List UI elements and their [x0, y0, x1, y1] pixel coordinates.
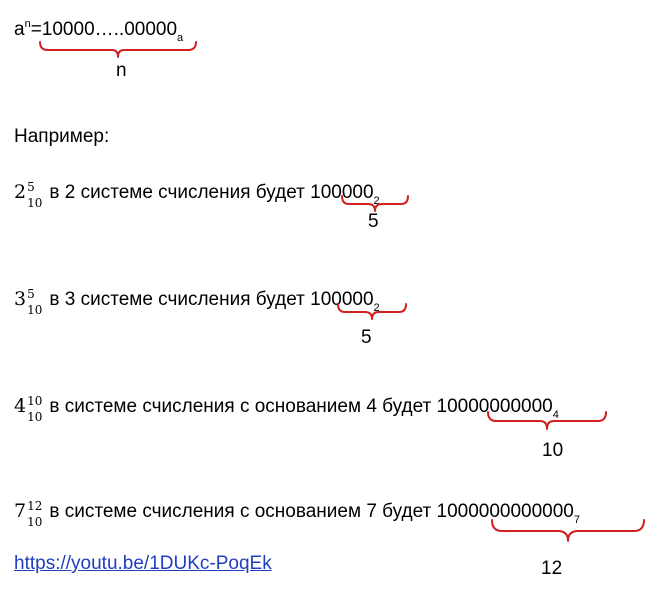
example-1-indices: 5 10	[26, 180, 44, 210]
example-row-3: 4 10 10 в системе счисления с основанием 4…	[14, 394, 559, 424]
example-3-brace	[487, 411, 607, 430]
youtube-link[interactable]: https://youtu.be/1DUKc-PoqEk	[14, 553, 272, 575]
example-1-base: 2	[14, 181, 27, 203]
header-exponent: n	[24, 18, 31, 30]
example-4-sub: 10	[27, 515, 43, 529]
example-3-brace-label: 10	[542, 440, 564, 461]
example-1-sub: 10	[27, 196, 43, 210]
example-2-indices: 5 10	[26, 287, 44, 317]
header-brace-label: n	[116, 60, 127, 81]
header-brace	[39, 41, 197, 58]
example-2-brace	[337, 303, 407, 320]
intro-text: Например:	[14, 126, 110, 147]
header-number: =10000…..00000	[30, 19, 178, 40]
example-3-base: 4	[14, 395, 27, 417]
example-2-brace-label: 5	[361, 327, 372, 348]
example-2-base: 3	[14, 288, 27, 310]
example-1-text: в 2 системе счисления будет 100000	[44, 182, 374, 203]
example-row-1: 2 5 10 в 2 системе счисления будет 1000002	[14, 180, 380, 210]
example-row-2: 3 5 10 в 3 системе счисления будет 1000002	[14, 287, 380, 317]
example-3-indices: 10 10	[26, 394, 44, 424]
example-4-brace	[491, 519, 645, 542]
example-4-base: 7	[14, 500, 27, 522]
header-base: a	[14, 19, 25, 40]
example-1-brace-label: 5	[368, 211, 379, 232]
example-4-brace-label: 12	[541, 558, 563, 579]
example-3-text: в системе счисления с основанием 4 будет…	[44, 396, 553, 417]
example-3-sub: 10	[27, 410, 43, 424]
example-2-sub: 10	[27, 303, 43, 317]
example-4-indices: 12 10	[26, 499, 44, 529]
example-2-text: в 3 системе счисления будет 100000	[44, 289, 374, 310]
